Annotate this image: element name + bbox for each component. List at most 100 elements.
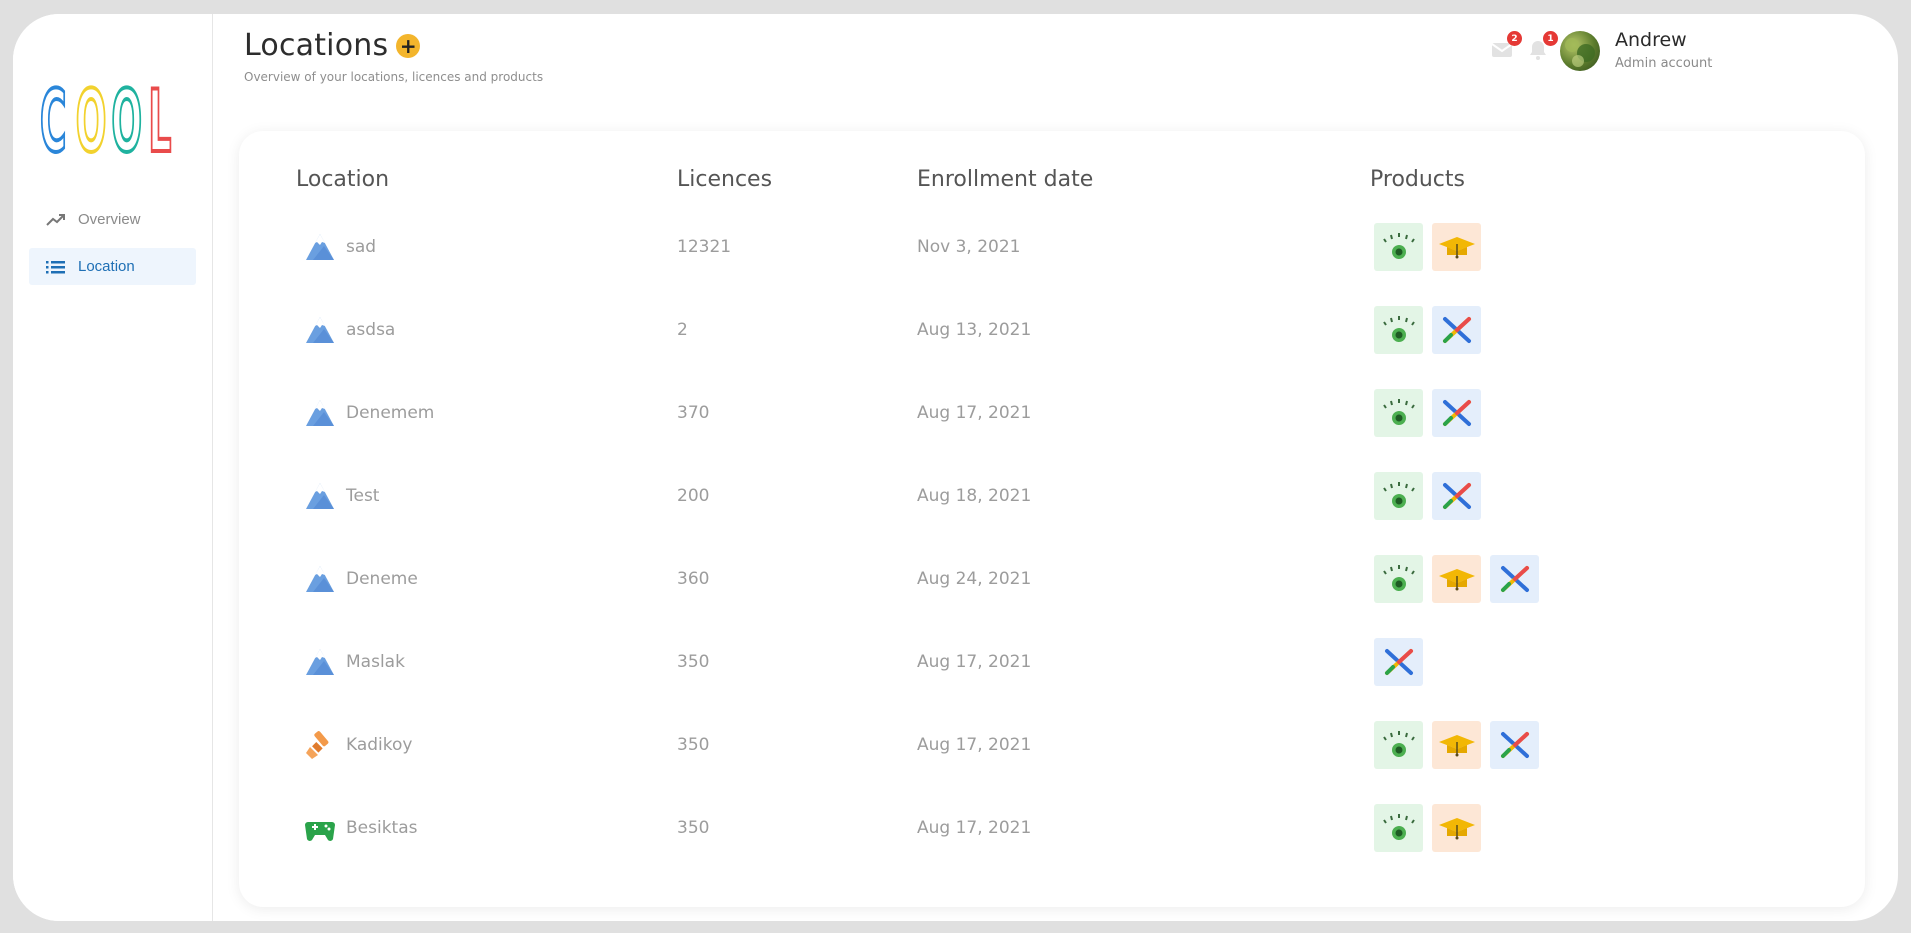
mail-count-badge: 2 (1507, 31, 1522, 46)
trending-up-icon (46, 212, 68, 228)
page-title: Locations + (244, 28, 421, 63)
crossed-pencils-product-icon[interactable] (1432, 472, 1481, 520)
location-name: Test (346, 486, 380, 506)
enrollment-date-cell: Aug 17, 2021 (917, 818, 1032, 838)
crossed-pencils-product-icon[interactable] (1432, 389, 1481, 437)
licences-cell: 12321 (677, 237, 732, 257)
enrollment-date-cell: Aug 17, 2021 (917, 652, 1032, 672)
paintbrush-icon (304, 729, 336, 761)
notification-area: 2 1 (1490, 31, 1562, 62)
mountain-icon (304, 231, 336, 263)
page-title-text: Locations (244, 28, 389, 63)
list-icon (46, 259, 68, 275)
products-cell (1374, 721, 1548, 769)
add-location-button[interactable]: + (396, 33, 421, 58)
avatar[interactable] (1560, 31, 1600, 71)
table-row[interactable]: Maslak 350 Aug 17, 2021 (239, 638, 1865, 721)
table-row[interactable]: Test 200 Aug 18, 2021 (239, 472, 1865, 555)
location-cell[interactable]: Besiktas (296, 804, 418, 852)
location-cell[interactable]: Maslak (296, 638, 405, 686)
location-cell[interactable]: Kadikoy (296, 721, 412, 769)
location-name: sad (346, 237, 377, 257)
enrollment-date-cell: Aug 24, 2021 (917, 569, 1032, 589)
bell-count-badge: 1 (1543, 31, 1558, 46)
eye-product-icon[interactable] (1374, 804, 1423, 852)
svg-text:O: O (111, 73, 142, 155)
table-row[interactable]: Denemem 370 Aug 17, 2021 (239, 389, 1865, 472)
eye-product-icon[interactable] (1374, 555, 1423, 603)
eye-product-icon[interactable] (1374, 721, 1423, 769)
location-name: Deneme (346, 569, 418, 589)
licences-cell: 360 (677, 569, 710, 589)
svg-text:L: L (148, 73, 171, 155)
location-cell[interactable]: Denemem (296, 389, 434, 437)
enrollment-date-cell: Nov 3, 2021 (917, 237, 1021, 257)
svg-text:C: C (40, 73, 67, 155)
sidebar-item-location[interactable]: Location (29, 248, 196, 285)
cool-logo: C O O L (40, 73, 173, 155)
user-name[interactable]: Andrew (1615, 29, 1687, 51)
location-name: Besiktas (346, 818, 418, 838)
licences-cell: 2 (677, 320, 688, 340)
mail-button[interactable]: 2 (1490, 31, 1522, 62)
gamepad-icon (304, 812, 336, 844)
licences-cell: 350 (677, 735, 710, 755)
graduation-cap-product-icon[interactable] (1432, 804, 1481, 852)
crossed-pencils-product-icon[interactable] (1374, 638, 1423, 686)
sidebar-item-label: Location (78, 258, 135, 275)
sidebar: C O O L Overview Location (13, 14, 213, 921)
products-cell (1374, 306, 1490, 354)
location-cell[interactable]: asdsa (296, 306, 395, 354)
location-name: asdsa (346, 320, 396, 340)
enrollment-date-cell: Aug 17, 2021 (917, 403, 1032, 423)
mountain-icon (304, 646, 336, 678)
graduation-cap-product-icon[interactable] (1432, 223, 1481, 271)
location-cell[interactable]: Test (296, 472, 379, 520)
location-cell[interactable]: Deneme (296, 555, 418, 603)
mountain-icon (304, 314, 336, 346)
sidebar-item-overview[interactable]: Overview (29, 201, 196, 238)
enrollment-date-cell: Aug 13, 2021 (917, 320, 1032, 340)
table-row[interactable]: sad 12321 Nov 3, 2021 (239, 223, 1865, 306)
licences-cell: 200 (677, 486, 710, 506)
app-window: C O O L Overview Location Locations + Ov… (13, 14, 1898, 921)
column-header-location[interactable]: Location (296, 167, 389, 192)
graduation-cap-product-icon[interactable] (1432, 721, 1481, 769)
location-cell[interactable]: sad (296, 223, 376, 271)
crossed-pencils-product-icon[interactable] (1490, 721, 1539, 769)
mountain-icon (304, 563, 336, 595)
svg-text:O: O (76, 73, 107, 155)
products-cell (1374, 389, 1490, 437)
mountain-icon (304, 480, 336, 512)
licences-cell: 350 (677, 818, 710, 838)
sidebar-item-label: Overview (78, 211, 141, 228)
licences-cell: 350 (677, 652, 710, 672)
page-subtitle: Overview of your locations, licences and… (244, 70, 544, 84)
column-header-products: Products (1370, 167, 1465, 192)
enrollment-date-cell: Aug 18, 2021 (917, 486, 1032, 506)
table-row[interactable]: Besiktas 350 Aug 17, 2021 (239, 804, 1865, 887)
mountain-icon (304, 397, 336, 429)
eye-product-icon[interactable] (1374, 306, 1423, 354)
table-row[interactable]: Deneme 360 Aug 24, 2021 (239, 555, 1865, 638)
products-cell (1374, 223, 1490, 271)
user-role: Admin account (1615, 56, 1713, 71)
table-row[interactable]: Kadikoy 350 Aug 17, 2021 (239, 721, 1865, 804)
location-name: Maslak (346, 652, 405, 672)
eye-product-icon[interactable] (1374, 472, 1423, 520)
column-header-enrollment-date[interactable]: Enrollment date (917, 167, 1093, 192)
eye-product-icon[interactable] (1374, 223, 1423, 271)
crossed-pencils-product-icon[interactable] (1432, 306, 1481, 354)
licences-cell: 370 (677, 403, 710, 423)
crossed-pencils-product-icon[interactable] (1490, 555, 1539, 603)
graduation-cap-product-icon[interactable] (1432, 555, 1481, 603)
enrollment-date-cell: Aug 17, 2021 (917, 735, 1032, 755)
products-cell (1374, 638, 1432, 686)
location-name: Kadikoy (346, 735, 413, 755)
column-header-licences[interactable]: Licences (677, 167, 772, 192)
eye-product-icon[interactable] (1374, 389, 1423, 437)
table-row[interactable]: asdsa 2 Aug 13, 2021 (239, 306, 1865, 389)
products-cell (1374, 472, 1490, 520)
locations-table: Location Licences Enrollment date Produc… (239, 131, 1865, 907)
notifications-button[interactable]: 1 (1526, 31, 1558, 62)
